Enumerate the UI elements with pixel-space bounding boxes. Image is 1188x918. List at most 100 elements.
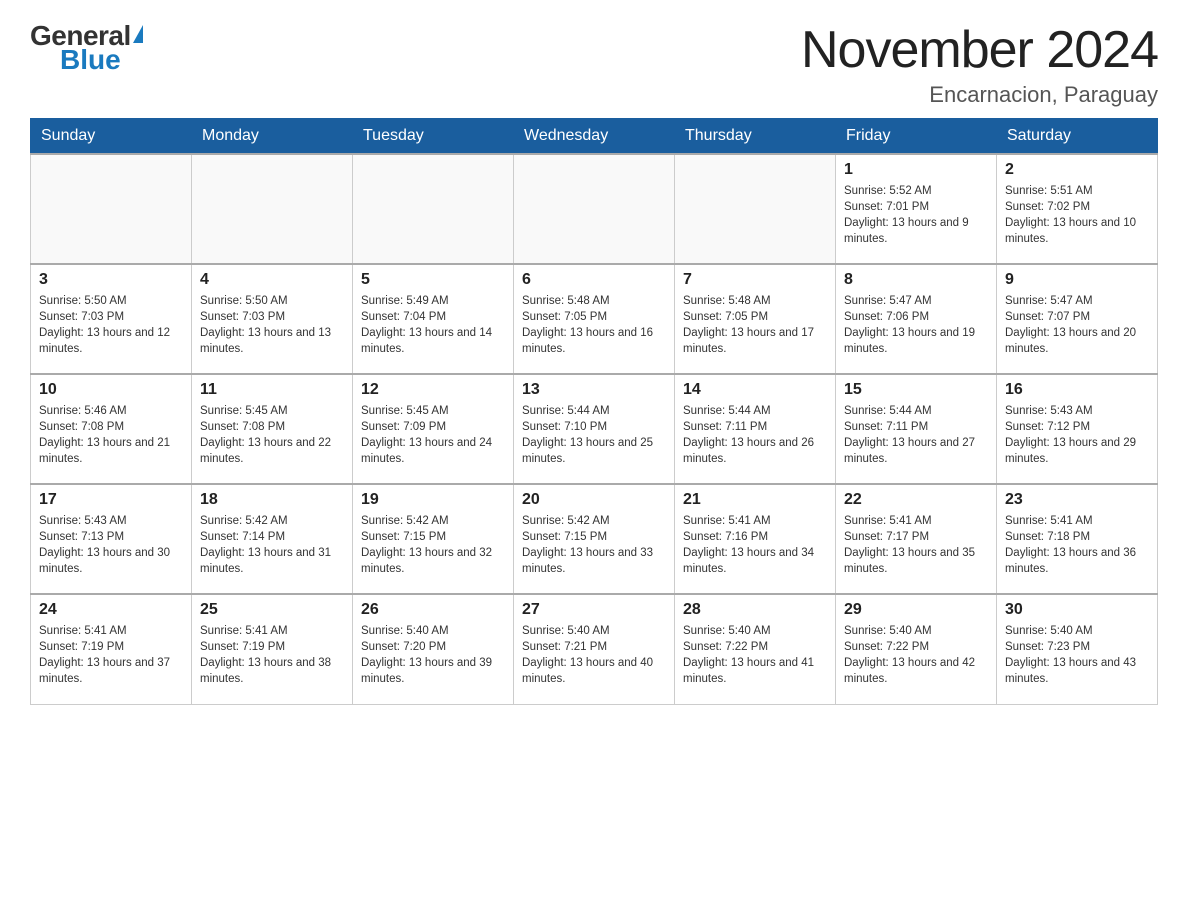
calendar-cell: 3 Sunrise: 5:50 AM Sunset: 7:03 PM Daylig… <box>31 264 192 374</box>
calendar-cell: 25 Sunrise: 5:41 AM Sunset: 7:19 PM Dayli… <box>192 594 353 704</box>
logo-triangle-icon <box>133 25 143 43</box>
calendar-cell: 14 Sunrise: 5:44 AM Sunset: 7:11 PM Dayli… <box>675 374 836 484</box>
day-info: Sunrise: 5:44 AM Sunset: 7:10 PM Dayligh… <box>522 403 666 467</box>
day-number: 2 <box>1005 161 1149 179</box>
day-info: Sunrise: 5:42 AM Sunset: 7:14 PM Dayligh… <box>200 513 344 577</box>
calendar-cell: 11 Sunrise: 5:45 AM Sunset: 7:08 PM Dayli… <box>192 374 353 484</box>
day-number: 6 <box>522 271 666 289</box>
day-number: 20 <box>522 491 666 509</box>
day-number: 17 <box>39 491 183 509</box>
calendar-cell: 26 Sunrise: 5:40 AM Sunset: 7:20 PM Dayli… <box>353 594 514 704</box>
calendar-cell: 16 Sunrise: 5:43 AM Sunset: 7:12 PM Dayli… <box>997 374 1158 484</box>
day-info: Sunrise: 5:50 AM Sunset: 7:03 PM Dayligh… <box>39 293 183 357</box>
calendar-cell <box>514 154 675 264</box>
calendar-cell: 13 Sunrise: 5:44 AM Sunset: 7:10 PM Dayli… <box>514 374 675 484</box>
day-info: Sunrise: 5:40 AM Sunset: 7:22 PM Dayligh… <box>683 623 827 687</box>
calendar-cell: 24 Sunrise: 5:41 AM Sunset: 7:19 PM Dayli… <box>31 594 192 704</box>
day-info: Sunrise: 5:40 AM Sunset: 7:23 PM Dayligh… <box>1005 623 1149 687</box>
day-number: 30 <box>1005 601 1149 619</box>
calendar-cell: 9Sunrise: 5:47 AM Sunset: 7:07 PM Daylig… <box>997 264 1158 374</box>
day-number: 24 <box>39 601 183 619</box>
calendar-cell: 10 Sunrise: 5:46 AM Sunset: 7:08 PM Dayli… <box>31 374 192 484</box>
day-info: Sunrise: 5:41 AM Sunset: 7:17 PM Dayligh… <box>844 513 988 577</box>
day-number: 19 <box>361 491 505 509</box>
day-number: 12 <box>361 381 505 399</box>
day-info: Sunrise: 5:43 AM Sunset: 7:12 PM Dayligh… <box>1005 403 1149 467</box>
day-info: Sunrise: 5:47 AM Sunset: 7:06 PM Dayligh… <box>844 293 988 357</box>
calendar-week-row: 17 Sunrise: 5:43 AM Sunset: 7:13 PM Dayli… <box>31 484 1158 594</box>
day-number: 3 <box>39 271 183 289</box>
calendar-week-row: 10 Sunrise: 5:46 AM Sunset: 7:08 PM Dayli… <box>31 374 1158 484</box>
calendar-cell: 20 Sunrise: 5:42 AM Sunset: 7:15 PM Dayli… <box>514 484 675 594</box>
day-info: Sunrise: 5:42 AM Sunset: 7:15 PM Dayligh… <box>361 513 505 577</box>
day-of-week-header: Sunday <box>31 119 192 155</box>
page-header: General Blue November 2024 Encarnacion, … <box>30 20 1158 108</box>
day-number: 15 <box>844 381 988 399</box>
day-info: Sunrise: 5:42 AM Sunset: 7:15 PM Dayligh… <box>522 513 666 577</box>
day-info: Sunrise: 5:41 AM Sunset: 7:19 PM Dayligh… <box>200 623 344 687</box>
day-number: 13 <box>522 381 666 399</box>
day-info: Sunrise: 5:50 AM Sunset: 7:03 PM Dayligh… <box>200 293 344 357</box>
day-info: Sunrise: 5:45 AM Sunset: 7:08 PM Dayligh… <box>200 403 344 467</box>
day-info: Sunrise: 5:40 AM Sunset: 7:20 PM Dayligh… <box>361 623 505 687</box>
day-number: 8 <box>844 271 988 289</box>
calendar-cell: 22 Sunrise: 5:41 AM Sunset: 7:17 PM Dayli… <box>836 484 997 594</box>
day-of-week-header: Tuesday <box>353 119 514 155</box>
calendar-cell: 5Sunrise: 5:49 AM Sunset: 7:04 PM Daylig… <box>353 264 514 374</box>
day-number: 25 <box>200 601 344 619</box>
calendar-cell: 1Sunrise: 5:52 AM Sunset: 7:01 PM Daylig… <box>836 154 997 264</box>
calendar-cell: 27 Sunrise: 5:40 AM Sunset: 7:21 PM Dayli… <box>514 594 675 704</box>
calendar-cell: 21 Sunrise: 5:41 AM Sunset: 7:16 PM Dayli… <box>675 484 836 594</box>
title-section: November 2024 Encarnacion, Paraguay <box>801 20 1158 108</box>
calendar-cell: 18 Sunrise: 5:42 AM Sunset: 7:14 PM Dayli… <box>192 484 353 594</box>
day-number: 1 <box>844 161 988 179</box>
day-info: Sunrise: 5:44 AM Sunset: 7:11 PM Dayligh… <box>683 403 827 467</box>
day-info: Sunrise: 5:45 AM Sunset: 7:09 PM Dayligh… <box>361 403 505 467</box>
calendar-cell: 28 Sunrise: 5:40 AM Sunset: 7:22 PM Dayli… <box>675 594 836 704</box>
day-info: Sunrise: 5:40 AM Sunset: 7:22 PM Dayligh… <box>844 623 988 687</box>
calendar-cell <box>192 154 353 264</box>
day-info: Sunrise: 5:48 AM Sunset: 7:05 PM Dayligh… <box>522 293 666 357</box>
calendar-table: SundayMondayTuesdayWednesdayThursdayFrid… <box>30 118 1158 705</box>
day-info: Sunrise: 5:49 AM Sunset: 7:04 PM Dayligh… <box>361 293 505 357</box>
calendar-cell: 12 Sunrise: 5:45 AM Sunset: 7:09 PM Dayli… <box>353 374 514 484</box>
calendar-cell <box>675 154 836 264</box>
day-of-week-header: Thursday <box>675 119 836 155</box>
day-info: Sunrise: 5:51 AM Sunset: 7:02 PM Dayligh… <box>1005 183 1149 247</box>
day-info: Sunrise: 5:41 AM Sunset: 7:19 PM Dayligh… <box>39 623 183 687</box>
day-number: 7 <box>683 271 827 289</box>
calendar-week-row: 3 Sunrise: 5:50 AM Sunset: 7:03 PM Daylig… <box>31 264 1158 374</box>
day-number: 4 <box>200 271 344 289</box>
day-info: Sunrise: 5:47 AM Sunset: 7:07 PM Dayligh… <box>1005 293 1149 357</box>
day-info: Sunrise: 5:46 AM Sunset: 7:08 PM Dayligh… <box>39 403 183 467</box>
calendar-cell: 4 Sunrise: 5:50 AM Sunset: 7:03 PM Daylig… <box>192 264 353 374</box>
calendar-cell: 2 Sunrise: 5:51 AM Sunset: 7:02 PM Daylig… <box>997 154 1158 264</box>
day-info: Sunrise: 5:41 AM Sunset: 7:16 PM Dayligh… <box>683 513 827 577</box>
day-number: 22 <box>844 491 988 509</box>
calendar-cell: 15Sunrise: 5:44 AM Sunset: 7:11 PM Dayli… <box>836 374 997 484</box>
calendar-cell: 19 Sunrise: 5:42 AM Sunset: 7:15 PM Dayli… <box>353 484 514 594</box>
calendar-cell: 23Sunrise: 5:41 AM Sunset: 7:18 PM Dayli… <box>997 484 1158 594</box>
day-number: 28 <box>683 601 827 619</box>
day-number: 26 <box>361 601 505 619</box>
calendar-week-row: 1Sunrise: 5:52 AM Sunset: 7:01 PM Daylig… <box>31 154 1158 264</box>
calendar-week-row: 24 Sunrise: 5:41 AM Sunset: 7:19 PM Dayli… <box>31 594 1158 704</box>
calendar-cell: 8 Sunrise: 5:47 AM Sunset: 7:06 PM Daylig… <box>836 264 997 374</box>
day-info: Sunrise: 5:40 AM Sunset: 7:21 PM Dayligh… <box>522 623 666 687</box>
calendar-cell: 30 Sunrise: 5:40 AM Sunset: 7:23 PM Dayli… <box>997 594 1158 704</box>
day-info: Sunrise: 5:48 AM Sunset: 7:05 PM Dayligh… <box>683 293 827 357</box>
day-number: 10 <box>39 381 183 399</box>
day-info: Sunrise: 5:43 AM Sunset: 7:13 PM Dayligh… <box>39 513 183 577</box>
calendar-cell <box>31 154 192 264</box>
calendar-cell <box>353 154 514 264</box>
day-number: 27 <box>522 601 666 619</box>
day-number: 11 <box>200 381 344 399</box>
day-of-week-header: Wednesday <box>514 119 675 155</box>
calendar-cell: 6 Sunrise: 5:48 AM Sunset: 7:05 PM Daylig… <box>514 264 675 374</box>
day-number: 18 <box>200 491 344 509</box>
calendar-cell: 17 Sunrise: 5:43 AM Sunset: 7:13 PM Dayli… <box>31 484 192 594</box>
day-number: 14 <box>683 381 827 399</box>
day-number: 21 <box>683 491 827 509</box>
day-of-week-header: Saturday <box>997 119 1158 155</box>
day-number: 16 <box>1005 381 1149 399</box>
